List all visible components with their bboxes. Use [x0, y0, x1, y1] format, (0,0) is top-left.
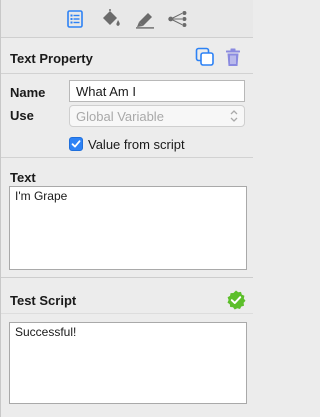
text-property-title: Text Property — [10, 51, 93, 66]
trash-icon[interactable] — [222, 46, 244, 68]
test-script-title: Test Script — [10, 293, 77, 308]
check-icon — [227, 290, 246, 310]
value-from-script-checkbox[interactable] — [69, 137, 83, 151]
inspector-panel: Text Property Name Use Global Variable — [0, 0, 253, 417]
chevron-updown-icon — [230, 110, 238, 122]
text-value-area[interactable]: I'm Grape — [9, 186, 247, 270]
value-from-script-label: Value from script — [88, 136, 185, 152]
duplicate-icon[interactable] — [194, 46, 216, 68]
name-field[interactable] — [69, 80, 245, 102]
node-graph-icon[interactable] — [167, 8, 189, 30]
use-select-value: Global Variable — [76, 109, 164, 124]
checkmark-icon — [71, 140, 81, 148]
inspector-toolbar — [1, 0, 253, 38]
section-divider — [1, 73, 253, 74]
text-section-title: Text — [10, 170, 36, 185]
value-from-script-row[interactable]: Value from script — [69, 135, 185, 153]
section-divider — [1, 277, 253, 278]
section-divider — [1, 157, 253, 158]
list-icon[interactable] — [64, 8, 86, 30]
name-label: Name — [10, 85, 46, 100]
section-divider — [1, 313, 253, 314]
highlighter-icon[interactable] — [134, 8, 156, 30]
paint-bucket-icon[interactable] — [100, 8, 122, 30]
use-select[interactable]: Global Variable — [69, 105, 245, 127]
use-label: Use — [10, 108, 34, 123]
test-script-output[interactable]: Successful! — [9, 322, 247, 404]
